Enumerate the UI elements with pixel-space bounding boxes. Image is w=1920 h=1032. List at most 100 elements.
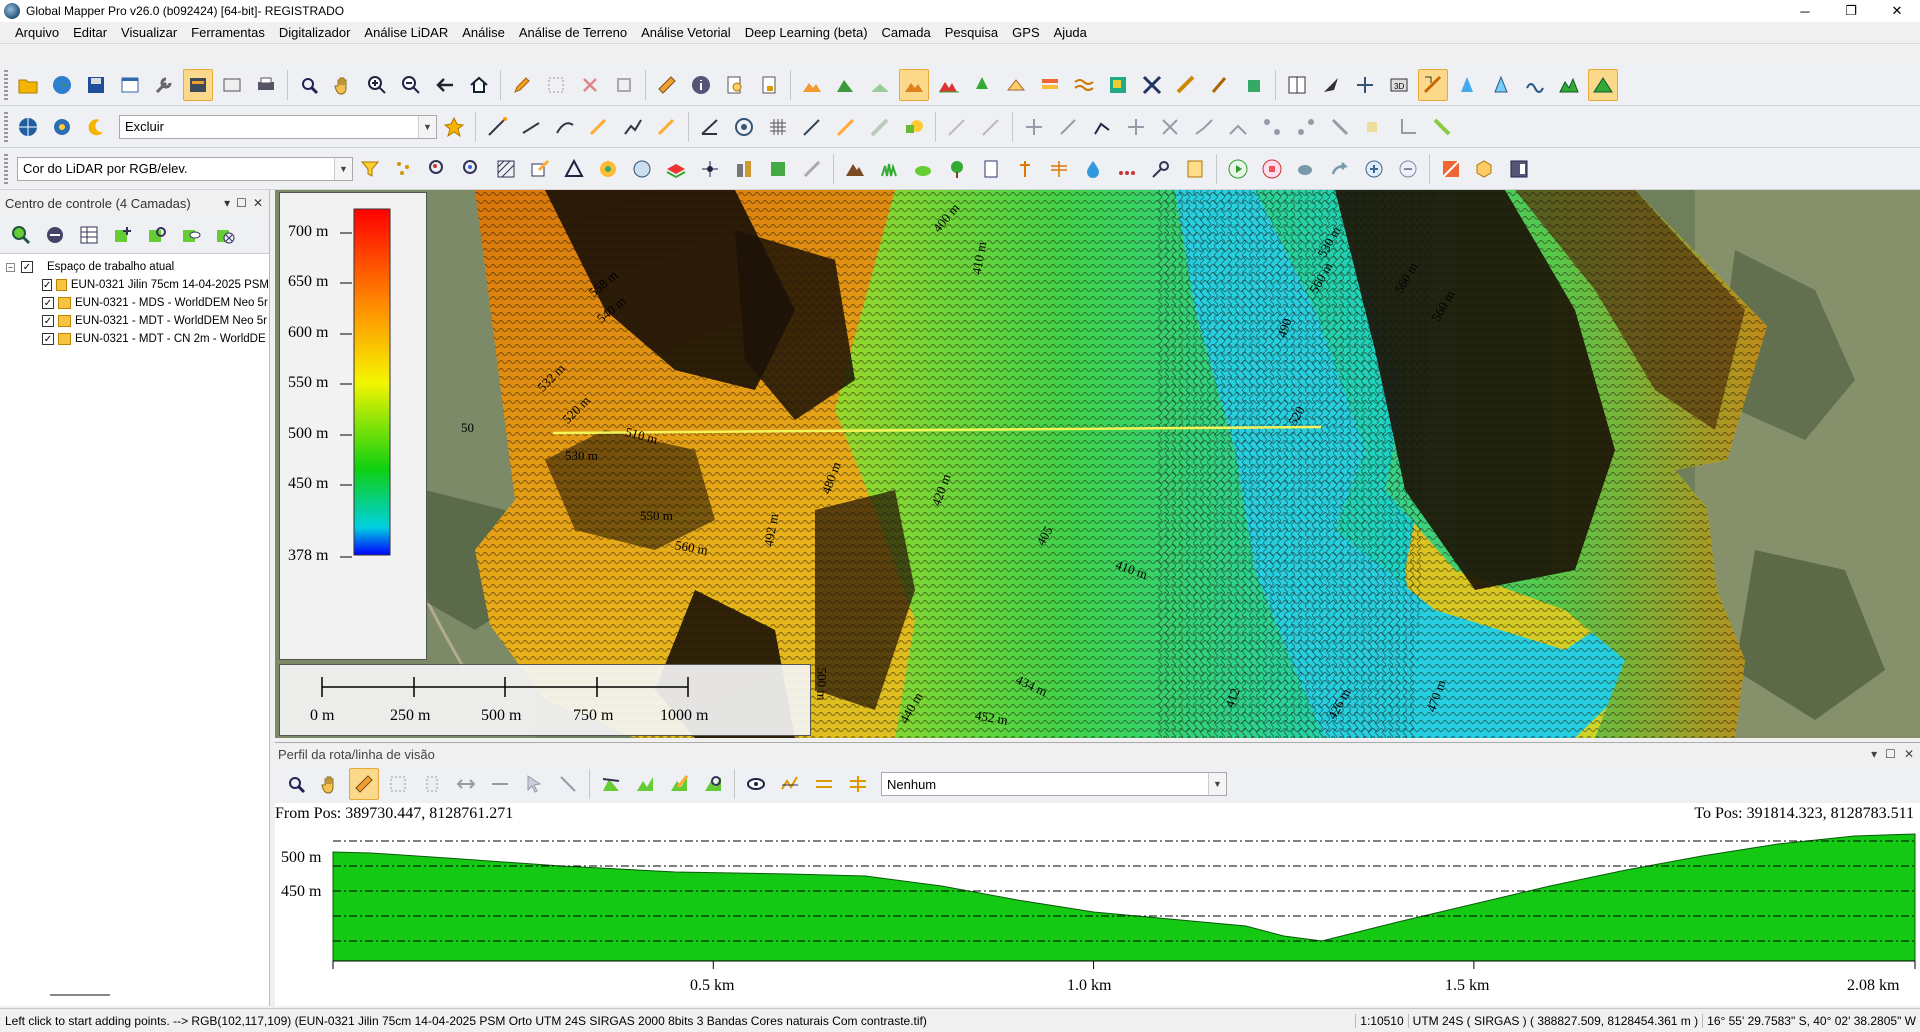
lidar-tool-o[interactable] [874,153,904,185]
map-view[interactable]: 400 m 410 m 558 m 540 m 532 m 520 m 50 5… [275,190,1920,738]
profile-tool-4[interactable] [485,768,515,800]
lidar-tool-15[interactable] [976,111,1006,143]
profile-pan-button[interactable] [315,768,345,800]
profile-tool-14[interactable] [843,768,873,800]
layer-visibility-button[interactable] [176,219,206,251]
full-view-button[interactable] [464,69,494,101]
digitizer-button[interactable] [507,69,537,101]
lidar-class-filter-dropdown[interactable]: Excluir ▼ [119,114,437,139]
terrain-tool-12[interactable] [1171,69,1201,101]
menu-analise[interactable]: Análise [455,22,512,44]
view-tool-9[interactable] [1554,69,1584,101]
lidar-tool-w[interactable] [1146,153,1176,185]
lidar-tool-25[interactable] [1325,111,1355,143]
lidar-tool-f[interactable] [559,153,589,185]
layer-find-button[interactable] [142,219,172,251]
lidar-tool-s[interactable] [1010,153,1040,185]
lidar-tool-n[interactable] [840,153,870,185]
daylight-button[interactable] [81,111,111,143]
layer-checkbox[interactable]: ✓ [42,315,54,327]
crop-button[interactable] [609,69,639,101]
view-tool-8[interactable] [1520,69,1550,101]
menu-arquivo[interactable]: Arquivo [8,22,66,44]
profile-tool-1[interactable] [383,768,413,800]
lidar-tool-4[interactable] [584,111,614,143]
open-file-button[interactable] [13,69,43,101]
lidar-tool-26[interactable] [1359,111,1389,143]
display-window-button[interactable] [217,69,247,101]
menu-visualizar[interactable]: Visualizar [114,22,184,44]
lidar-tool-18[interactable] [1087,111,1117,143]
panel-float-icon[interactable]: ☐ [236,196,247,210]
lidar-tool-l[interactable] [763,153,793,185]
layer-search-button[interactable] [6,219,36,251]
lidar-tool-v[interactable] [1112,153,1142,185]
horizontal-scrollbar[interactable] [50,994,110,996]
layer-table-button[interactable] [74,219,104,251]
projection-button[interactable] [13,111,43,143]
profile-tool-8[interactable] [630,768,660,800]
collapse-icon[interactable]: − [6,262,15,272]
menu-deep-learning[interactable]: Deep Learning (beta) [738,22,875,44]
add-point-button[interactable] [1359,153,1389,185]
zoom-out-button[interactable] [396,69,426,101]
lidar-tool-t[interactable] [1044,153,1074,185]
lidar-tool-u[interactable] [1078,153,1108,185]
lidar-tool-23[interactable] [1257,111,1287,143]
lidar-tool-2[interactable] [516,111,546,143]
view-tool-10[interactable] [1588,68,1618,101]
lidar-tool-21[interactable] [1189,111,1219,143]
terrain-tool-8[interactable] [1035,69,1065,101]
layer-row[interactable]: ✓ EUN-0321 Jilin 75cm 14-04-2025 PSM [6,276,269,294]
terrain-tool-14[interactable] [1239,69,1269,101]
lidar-tool-k[interactable] [729,153,759,185]
lidar-tool-8[interactable] [729,111,759,143]
workspace-row[interactable]: − ✓ Espaço de trabalho atual [6,258,269,276]
profile-tool-5[interactable] [519,768,549,800]
lidar-tool-10[interactable] [797,111,827,143]
redo-button[interactable] [1325,153,1355,185]
view-3d-button[interactable]: 3D [1384,69,1414,101]
favorite-button[interactable] [439,111,469,143]
toolbar-grip[interactable] [4,69,8,100]
lidar-tool-1[interactable] [482,111,512,143]
save-button[interactable] [81,69,111,101]
chevron-down-icon[interactable]: ▼ [418,115,436,138]
panel-close-icon[interactable]: ✕ [1904,747,1914,761]
config-button[interactable] [149,69,179,101]
maximize-button[interactable]: ❐ [1828,0,1874,22]
terrain-tool-4[interactable] [899,68,929,101]
menu-analise-lidar[interactable]: Análise LiDAR [357,22,455,44]
lidar-tool-7[interactable] [695,111,725,143]
profile-tool-11[interactable] [741,768,771,800]
chevron-down-icon[interactable]: ▼ [1208,773,1226,795]
open-online-data-button[interactable] [47,69,77,101]
lidar-tool-m[interactable] [797,153,827,185]
profile-tool-3[interactable] [451,768,481,800]
lidar-tool-5[interactable] [618,111,648,143]
lidar-tool-11[interactable] [831,111,861,143]
menu-pesquisa[interactable]: Pesquisa [938,22,1005,44]
panel-pin-icon[interactable]: ▾ [1871,747,1877,761]
menu-ferramentas[interactable]: Ferramentas [184,22,272,44]
delete-button[interactable] [575,69,605,101]
info-button[interactable] [686,69,716,101]
lidar-tool-20[interactable] [1155,111,1185,143]
lidar-tool-22[interactable] [1223,111,1253,143]
menu-analise-terreno[interactable]: Análise de Terreno [512,22,634,44]
measure-button[interactable] [652,69,682,101]
settings-button[interactable] [47,111,77,143]
lidar-tool-b[interactable] [423,153,453,185]
lidar-tool-14[interactable] [942,111,972,143]
lidar-tool-a[interactable] [389,153,419,185]
layer-checkbox[interactable]: ✓ [42,333,54,345]
lidar-tool-g[interactable] [593,153,623,185]
lidar-tool-r[interactable] [976,153,1006,185]
zoom-tool-button[interactable] [294,69,324,101]
terrain-tool-11[interactable] [1137,69,1167,101]
profile-tool-7[interactable] [596,768,626,800]
layer-checkbox[interactable]: ✓ [42,297,54,309]
profile-zoom-button[interactable] [281,768,311,800]
terrain-tool-9[interactable] [1069,69,1099,101]
lidar-tool-13[interactable] [899,111,929,143]
